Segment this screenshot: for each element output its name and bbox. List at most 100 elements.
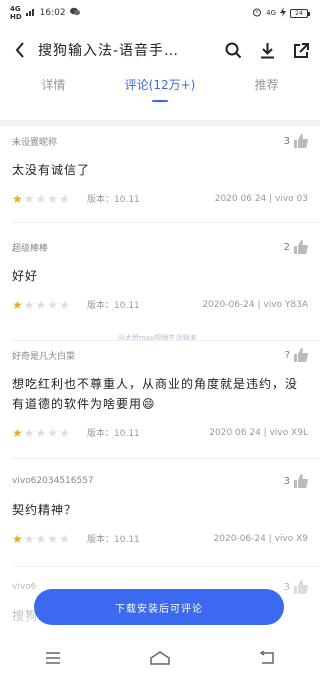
status-time: 16:02 <box>39 8 66 18</box>
tab-recommend-label: 推荐 <box>254 78 279 92</box>
back-button[interactable] <box>10 38 30 62</box>
section-divider <box>0 120 320 126</box>
download-to-review-button[interactable]: 下载安装后可评论 <box>34 589 284 625</box>
star-icon: ★ <box>59 297 70 312</box>
network-sub-label: HD <box>10 13 22 21</box>
alarm-icon <box>252 7 262 20</box>
rating-stars: ★ ★ ★ ★ ★ <box>12 427 87 439</box>
rating-stars: ★ ★ ★ ★ ★ <box>12 193 87 205</box>
review-content: 好好 <box>12 269 39 283</box>
charging-icon <box>280 6 286 20</box>
home-nav-button[interactable] <box>149 649 171 667</box>
tab-details[interactable]: 详情 <box>0 72 107 102</box>
review-username: vivo62034516557 <box>12 476 94 486</box>
network-label: 4G <box>10 5 21 13</box>
download-button[interactable] <box>258 41 276 59</box>
review-date-device: 2020-06-24 | vivo X9 <box>213 533 308 544</box>
thumbs-up-icon <box>294 348 308 362</box>
thumbs-up-icon <box>294 134 308 148</box>
review-version: 版本：10.11 <box>87 195 140 205</box>
home-icon <box>150 650 170 665</box>
star-icon: ★ <box>47 191 59 206</box>
review-username: 好奇是凡大白菜 <box>12 351 76 362</box>
back-arrow-icon <box>259 650 274 664</box>
like-count: 2 <box>283 241 290 253</box>
review-date-device: 2020 06 24 | vivo 03 <box>214 193 308 204</box>
review-date-device: 2020 06 24 | vivo X9L <box>209 427 308 438</box>
system-nav-bar <box>0 640 320 675</box>
like-count: ? <box>284 349 290 361</box>
review-content: 太没有诚信了 <box>12 163 91 177</box>
share-button[interactable] <box>292 41 310 59</box>
status-left: 4G HD 16:02 <box>10 5 80 21</box>
status-right: 4G 24 <box>252 6 310 20</box>
review-item: 好奇是凡大白菜 ? 想吃红利也不尊重人，从商业的角度就是违约，没有道德的软件为啥… <box>0 346 320 439</box>
star-icon: ★ <box>12 191 23 206</box>
page-title: 搜狗输入法-语音手… <box>38 43 180 59</box>
tab-reviews[interactable]: 评论(12万+) <box>107 72 214 102</box>
like-count: 3 <box>283 135 290 147</box>
star-icon: ★ <box>47 425 59 440</box>
star-icon: ★ <box>23 191 35 206</box>
review-username: 未设置昵称 <box>12 137 58 148</box>
tab-active-indicator <box>152 100 168 102</box>
download-icon <box>260 42 274 58</box>
review-username: 超级棒棒 <box>12 243 49 254</box>
star-icon: ★ <box>23 531 35 546</box>
star-icon: ★ <box>35 425 47 440</box>
star-icon: ★ <box>35 297 47 312</box>
share-icon <box>293 42 309 58</box>
star-icon: ★ <box>23 425 35 440</box>
rating-stars: ★ ★ ★ ★ ★ <box>12 299 87 311</box>
search-button[interactable] <box>224 41 242 59</box>
star-icon: ★ <box>12 425 23 440</box>
star-icon: ★ <box>23 297 35 312</box>
star-icon: ★ <box>59 531 70 546</box>
menu-nav-button[interactable] <box>42 649 64 667</box>
battery-icon: 24 <box>290 8 310 18</box>
star-icon: ★ <box>59 191 70 206</box>
star-icon: ★ <box>59 425 70 440</box>
review-separator <box>12 222 320 223</box>
review-item: 超级棒棒 2 好好 ★ ★ ★ ★ ★ 版本：10.11 2020-06-24 | vi… <box>0 238 320 311</box>
review-separator <box>12 458 320 459</box>
battery-level: 24 <box>295 9 303 17</box>
review-version: 版本：10.11 <box>87 429 140 439</box>
back-nav-button[interactable] <box>256 649 278 667</box>
video-watermark: @大脸mao视频生活频道 <box>118 334 197 342</box>
star-icon: ★ <box>12 297 23 312</box>
like-button[interactable]: 3 <box>284 134 308 148</box>
star-icon: ★ <box>35 191 47 206</box>
thumbs-up-icon <box>294 240 308 254</box>
search-icon <box>225 42 241 58</box>
review-content: 想吃红利也不尊重人，从商业的角度就是违约，没有道德的软件为啥要用😄 <box>12 377 299 411</box>
header-actions <box>224 41 310 59</box>
chevron-left-icon <box>15 42 24 58</box>
like-count: 3 <box>283 475 290 487</box>
menu-icon <box>46 651 61 664</box>
review-version: 版本：10.11 <box>87 535 140 545</box>
review-item: 未设置昵称 3 太没有诚信了 ★ ★ ★ ★ ★ 版本：10.11 2020 06 24… <box>0 132 320 205</box>
tab-details-label: 详情 <box>41 78 66 92</box>
star-icon: ★ <box>47 531 59 546</box>
star-icon: ★ <box>47 297 59 312</box>
tab-recommend[interactable]: 推荐 <box>213 72 320 102</box>
review-content: 契约精神？ <box>12 503 78 517</box>
review-date-device: 2020-06-24 | vivo Y83A <box>202 299 308 310</box>
review-version: 版本：10.11 <box>87 301 140 311</box>
wechat-icon <box>69 7 80 19</box>
review-separator <box>12 340 320 341</box>
network-indicator: 4G HD <box>10 5 22 21</box>
tab-bar: 详情 评论(12万+) 推荐 <box>0 72 320 102</box>
rating-stars: ★ ★ ★ ★ ★ <box>12 533 87 545</box>
status-bar: 4G HD 16:02 4G 24 <box>0 0 320 26</box>
header-bar: 搜狗输入法-语音手… <box>0 32 320 68</box>
like-button[interactable]: 2 <box>284 240 308 254</box>
signal-icon <box>25 7 36 19</box>
tab-reviews-label: 评论(12万+) <box>124 78 196 92</box>
like-button[interactable]: ? <box>285 348 308 362</box>
star-icon: ★ <box>35 531 47 546</box>
like-button[interactable]: 3 <box>284 474 308 488</box>
thumbs-up-icon <box>294 474 308 488</box>
star-icon: ★ <box>12 531 23 546</box>
